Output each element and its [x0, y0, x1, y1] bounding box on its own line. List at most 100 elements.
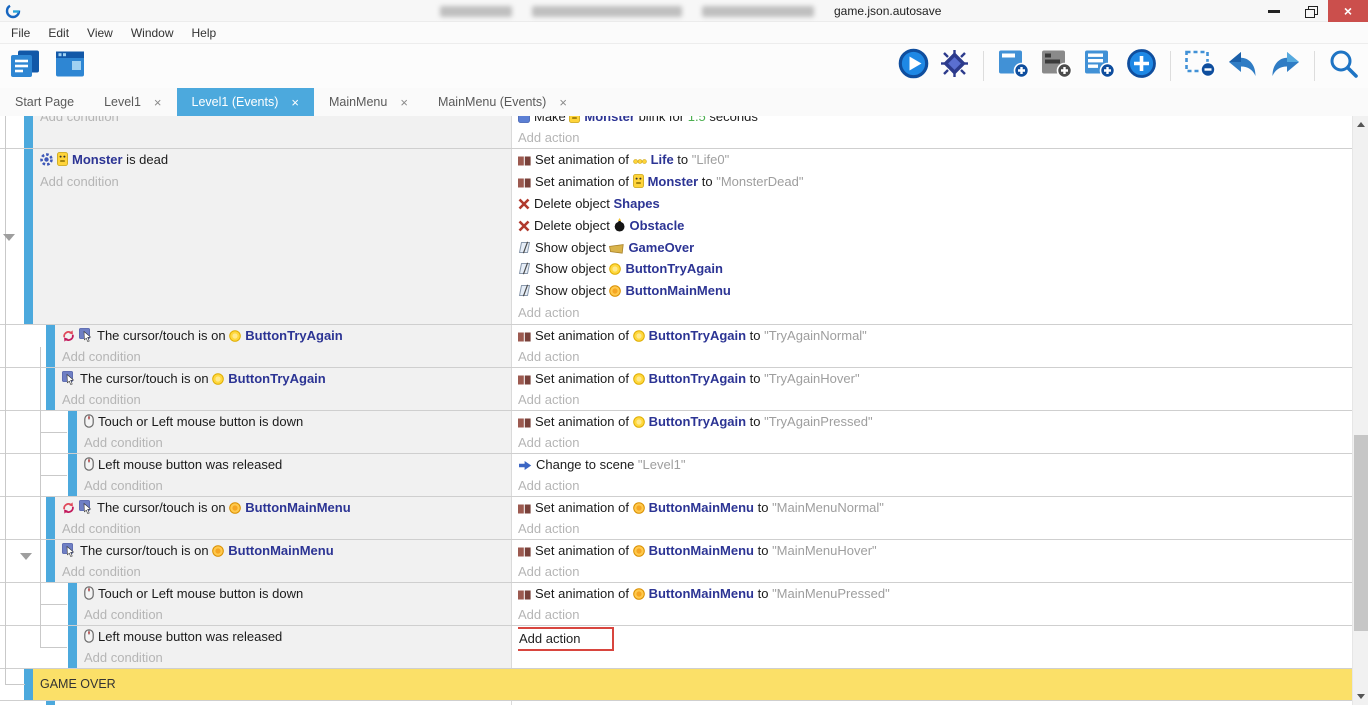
add-condition-placeholder[interactable]: Add condition — [84, 478, 163, 493]
action-line[interactable]: Show object ButtonTryAgain — [518, 258, 1352, 280]
action-line[interactable]: Set animation of ButtonTryAgain to "TryA… — [518, 368, 1352, 389]
tab-close-icon[interactable]: × — [400, 95, 408, 110]
conditions-cell[interactable]: The cursor/touch is on ButtonMainMenu Add… — [0, 540, 512, 582]
action-line[interactable]: Set animation of ButtonTryAgain to "TryA… — [518, 325, 1352, 346]
editors-button[interactable] — [53, 48, 88, 85]
debug-button[interactable] — [938, 47, 971, 85]
condition-line[interactable]: Add condition — [0, 432, 511, 453]
add-action-placeholder[interactable]: Add action — [518, 607, 579, 622]
action-line[interactable]: Add action — [518, 561, 1352, 582]
event-row[interactable]: Left mouse button was released Add condit… — [0, 454, 1352, 497]
vertical-scrollbar[interactable] — [1352, 116, 1368, 705]
event-row[interactable]: The cursor/touch is on ButtonTryAgainAdd… — [0, 368, 1352, 411]
add-comment-button[interactable] — [1039, 47, 1074, 85]
conditions-cell[interactable]: The cursor/touch is on ButtonMainMenu Add… — [0, 497, 512, 539]
action-line[interactable]: Set animation of ButtonMainMenu to "Main… — [518, 583, 1352, 604]
action-line[interactable]: Delete object Obstacle — [518, 215, 1352, 237]
minimize-button[interactable] — [1256, 0, 1292, 22]
scrollbar-thumb[interactable] — [1354, 435, 1368, 631]
tab-close-icon[interactable]: × — [559, 95, 567, 110]
comment-event[interactable]: GAME OVER — [0, 669, 1352, 701]
actions-cell[interactable]: Add action — [512, 626, 1352, 668]
menu-window[interactable]: Window — [122, 24, 183, 42]
tab-start-page[interactable]: Start Page — [0, 88, 89, 116]
actions-cell[interactable]: Set animation of ButtonMainMenu to "Main… — [512, 540, 1352, 582]
condition-line[interactable]: Add condition — [0, 647, 511, 668]
condition-line[interactable]: Add condition — [0, 171, 511, 193]
conditions-cell[interactable]: Add condition — [0, 116, 512, 148]
condition-line[interactable]: Monster is dead — [0, 149, 511, 171]
condition-line[interactable]: The cursor/touch is on ButtonMainMenu — [0, 540, 511, 561]
actions-cell[interactable]: Make Monster blink for 1.5 seconds Add ac… — [512, 116, 1352, 148]
delete-selection-button[interactable] — [1183, 47, 1218, 85]
conditions-cell[interactable]: Left mouse button was released Add condit… — [0, 626, 512, 668]
condition-line[interactable]: Add condition — [0, 561, 511, 582]
event-row[interactable]: The cursor/touch is on ButtonTryAgain Add… — [0, 325, 1352, 368]
action-line[interactable]: Add action — [518, 626, 1352, 651]
condition-line[interactable]: Left mouse button was released — [0, 626, 511, 647]
action-line[interactable]: Add action — [518, 518, 1352, 539]
tab-level1-events[interactable]: Level1 (Events)× — [177, 88, 314, 116]
add-condition-placeholder[interactable]: Add condition — [62, 521, 141, 536]
action-line[interactable]: Add action — [518, 432, 1352, 453]
action-line[interactable]: Add action — [518, 604, 1352, 625]
add-condition-placeholder[interactable]: Add condition — [62, 564, 141, 579]
actions-cell[interactable]: Set animation of ButtonTryAgain to "TryA… — [512, 325, 1352, 367]
redo-button[interactable] — [1268, 49, 1302, 84]
menu-help[interactable]: Help — [183, 24, 226, 42]
add-action-placeholder-highlighted[interactable]: Add action — [518, 627, 614, 651]
add-action-placeholder[interactable]: Add action — [518, 521, 579, 536]
action-line[interactable]: Set animation of Life to "Life0" — [518, 149, 1352, 171]
event-row[interactable]: Touch or Left mouse button is down Add co… — [0, 583, 1352, 626]
condition-line[interactable]: The cursor/touch is on ButtonTryAgain — [0, 325, 511, 346]
action-line[interactable]: Delete object Shapes — [518, 193, 1352, 215]
event-row[interactable]: Monster is deadAdd conditionSet animatio… — [0, 149, 1352, 325]
action-line[interactable]: Add action — [518, 302, 1352, 324]
event-row[interactable]: Add conditionMake Monster blink for 1.5 … — [0, 116, 1352, 149]
add-action-placeholder[interactable]: Add action — [518, 349, 579, 364]
tab-level1[interactable]: Level1× — [89, 88, 176, 116]
close-button[interactable]: × — [1328, 0, 1368, 22]
add-other-event-button[interactable] — [1125, 47, 1158, 85]
event-row[interactable]: The cursor/touch is on ButtonMainMenu Add… — [0, 540, 1352, 583]
tab-mainmenu-events[interactable]: MainMenu (Events)× — [423, 88, 582, 116]
conditions-cell[interactable]: Left mouse button was released Add condit… — [0, 454, 512, 496]
actions-cell[interactable]: Set animation of ButtonTryAgain to "TryA… — [512, 411, 1352, 453]
conditions-cell[interactable]: The cursor/touch is on ButtonTryAgainAdd… — [0, 368, 512, 410]
action-line[interactable]: Add action — [518, 475, 1352, 496]
actions-cell[interactable]: Set animation of Life to "Life0"Set anim… — [512, 149, 1352, 324]
add-action-placeholder[interactable]: Add action — [518, 435, 579, 450]
add-action-placeholder[interactable]: Add action — [518, 305, 579, 320]
condition-line[interactable]: Add condition — [0, 116, 511, 127]
condition-line[interactable]: Touch or Left mouse button is down — [0, 583, 511, 604]
add-subevent-button[interactable] — [1082, 47, 1117, 85]
action-line[interactable]: Make Monster blink for 1.5 seconds — [518, 116, 1352, 127]
search-button[interactable] — [1327, 47, 1360, 85]
add-condition-placeholder[interactable]: Add condition — [62, 392, 141, 407]
action-line[interactable]: Change to scene "Level1" — [518, 454, 1352, 475]
condition-line[interactable]: Left mouse button was released — [0, 454, 511, 475]
actions-cell[interactable]: Set animation of ButtonTryAgain to "TryA… — [512, 368, 1352, 410]
add-condition-placeholder[interactable]: Add condition — [84, 435, 163, 450]
menu-file[interactable]: File — [2, 24, 39, 42]
add-action-placeholder[interactable]: Add action — [518, 130, 579, 145]
event-row[interactable]: Touch or Left mouse button is downAdd co… — [0, 411, 1352, 454]
actions-cell[interactable]: Set animation of ButtonMainMenu to "Main… — [512, 497, 1352, 539]
scroll-up-icon[interactable] — [1357, 122, 1365, 127]
add-condition-placeholder[interactable]: Add condition — [62, 349, 141, 364]
condition-line[interactable]: The cursor/touch is on ButtonMainMenu — [0, 497, 511, 518]
tab-close-icon[interactable]: × — [154, 95, 162, 110]
action-line[interactable]: Add action — [518, 346, 1352, 367]
menu-edit[interactable]: Edit — [39, 24, 78, 42]
add-action-placeholder[interactable]: Add action — [518, 564, 579, 579]
condition-line[interactable]: Add condition — [0, 346, 511, 367]
add-condition-placeholder[interactable]: Add condition — [84, 650, 163, 665]
add-condition-placeholder[interactable]: Add condition — [84, 607, 163, 622]
preview-play-button[interactable] — [897, 47, 930, 85]
menu-view[interactable]: View — [78, 24, 122, 42]
action-line[interactable]: Show object ButtonMainMenu — [518, 280, 1352, 302]
event-row[interactable]: The cursor/touch is on ButtonMainMenu Add… — [0, 497, 1352, 540]
actions-cell[interactable]: Change to scene "Level1"Add action — [512, 454, 1352, 496]
project-manager-button[interactable] — [8, 48, 43, 85]
conditions-cell[interactable]: Touch or Left mouse button is downAdd co… — [0, 411, 512, 453]
